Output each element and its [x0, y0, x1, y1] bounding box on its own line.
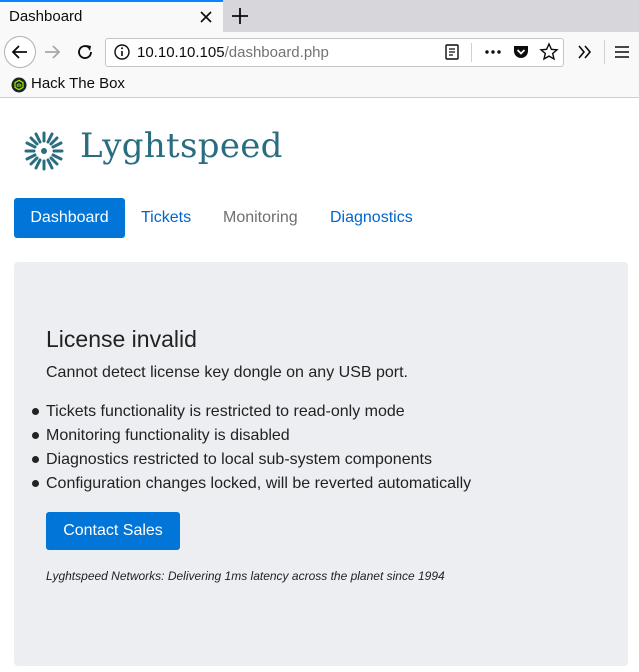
notice-lead: Cannot detect license key dongle on any …: [46, 364, 408, 381]
plus-icon[interactable]: [229, 5, 251, 27]
pocket-icon[interactable]: [512, 43, 530, 61]
contact-sales-button[interactable]: Contact Sales: [46, 512, 180, 550]
close-icon[interactable]: [196, 7, 216, 27]
list-item-text: Configuration changes locked, will be re…: [46, 475, 472, 492]
star-icon[interactable]: [539, 42, 559, 62]
back-button[interactable]: [4, 36, 36, 68]
tab-title: Dashboard: [9, 8, 83, 25]
toolbar-divider: [604, 40, 605, 64]
forward-arrow-icon[interactable]: [42, 42, 62, 62]
tab-dashboard[interactable]: Dashboard: [0, 0, 223, 32]
list-item-text: Monitoring functionality is disabled: [46, 427, 290, 444]
brand-name[interactable]: Lyghtspeed: [80, 126, 283, 166]
notice-title: License invalid: [46, 326, 197, 352]
nav-pill-monitoring[interactable]: Monitoring: [223, 198, 298, 238]
back-arrow-icon: [11, 45, 27, 59]
bullet: [32, 432, 39, 439]
lyghtspeed-logo-icon: [24, 131, 64, 171]
restriction-list: Tickets functionality is restricted to r…: [30, 402, 471, 498]
bullet: [32, 456, 39, 463]
info-icon[interactable]: [113, 43, 131, 61]
nav-pill-dashboard[interactable]: Dashboard: [14, 198, 125, 238]
bullet: [32, 408, 39, 415]
bullet: [32, 480, 39, 487]
bookmark-hack-the-box[interactable]: Hack The Box: [31, 75, 125, 92]
reader-view-icon[interactable]: [443, 43, 461, 61]
list-item-text: Tickets functionality is restricted to r…: [46, 403, 405, 420]
list-item: Configuration changes locked, will be re…: [30, 474, 471, 498]
list-item: Tickets functionality is restricted to r…: [30, 402, 471, 426]
overflow-icon[interactable]: [576, 43, 594, 61]
more-icon[interactable]: [483, 43, 503, 61]
url-divider: [471, 43, 472, 62]
htb-logo-icon: [11, 77, 27, 93]
notice-footer: Lyghtspeed Networks: Delivering 1ms late…: [46, 569, 445, 583]
url-text[interactable]: 10.10.10.105/dashboard.php: [137, 44, 329, 61]
url-path: /dashboard.php: [224, 44, 329, 61]
list-item: Monitoring functionality is disabled: [30, 426, 471, 450]
nav-pill-tickets[interactable]: Tickets: [141, 198, 191, 238]
nav-pill-diagnostics[interactable]: Diagnostics: [330, 198, 413, 238]
list-item-text: Diagnostics restricted to local sub-syst…: [46, 451, 432, 468]
reload-icon[interactable]: [75, 42, 95, 62]
url-host: 10.10.10.105: [137, 44, 225, 61]
menu-icon[interactable]: [613, 43, 631, 61]
list-item: Diagnostics restricted to local sub-syst…: [30, 450, 471, 474]
